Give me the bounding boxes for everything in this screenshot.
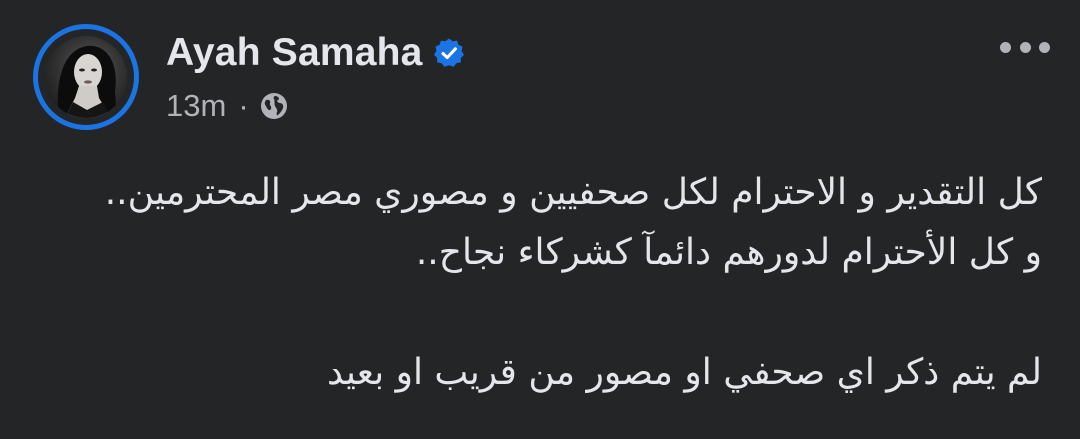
author-name[interactable]: Ayah Samaha — [166, 31, 423, 75]
more-dot — [1000, 41, 1011, 53]
verified-badge-icon — [433, 38, 464, 67]
post-text-line: كل التقدير و الاحترام لكل صحفيين و مصوري… — [104, 172, 1042, 213]
post-text-line: و كل الأحترام لدورهم دائمآ كشركاء نجاح.. — [415, 232, 1042, 273]
more-dot — [1039, 41, 1050, 53]
post-text-line: لم يتم ذكر اي صحفي او مصور من قريب او بع… — [327, 352, 1042, 393]
profile-avatar[interactable] — [45, 36, 127, 118]
post-meta: 13m · — [166, 86, 289, 126]
author-row: Ayah Samaha — [166, 30, 465, 76]
facebook-post: Ayah Samaha 13m · كل التقدير و الاحترام … — [0, 0, 1080, 439]
more-dot — [1019, 41, 1031, 53]
post-text: كل التقدير و الاحترام لكل صحفيين و مصوري… — [42, 163, 1042, 403]
post-timestamp[interactable]: 13m — [166, 88, 226, 124]
story-ring[interactable] — [33, 24, 139, 130]
more-options-icon[interactable] — [1000, 34, 1050, 60]
meta-separator: · — [238, 88, 249, 123]
globe-icon[interactable] — [259, 91, 289, 121]
